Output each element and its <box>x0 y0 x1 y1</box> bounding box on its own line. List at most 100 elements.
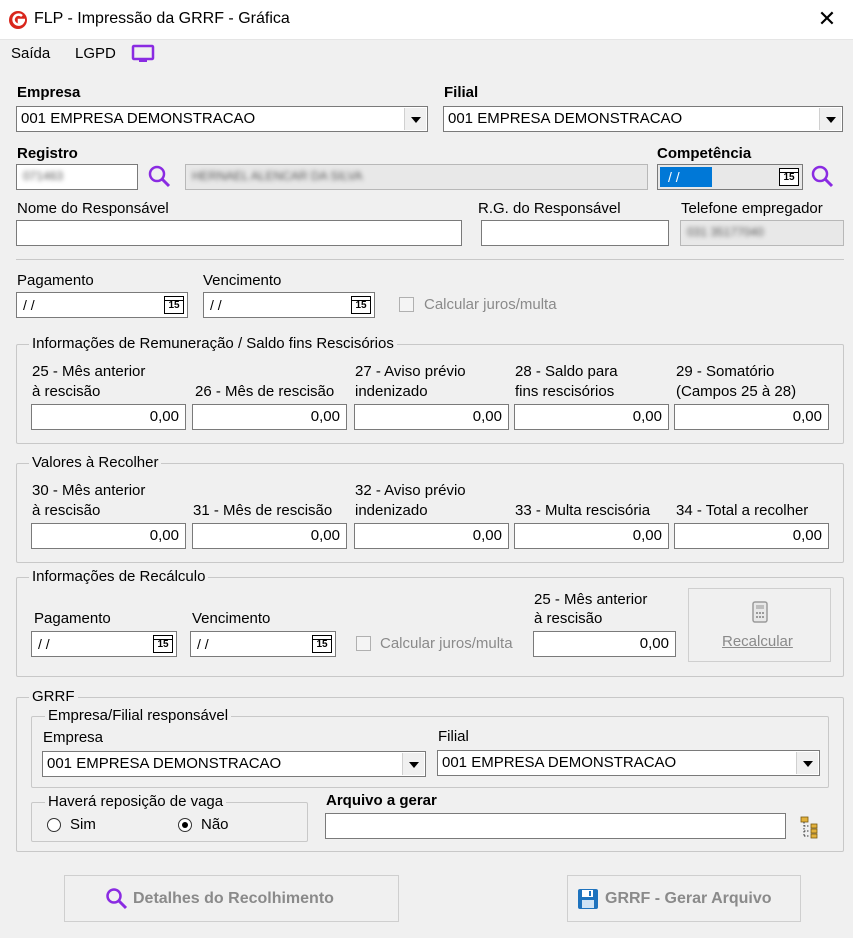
grrf-title: GRRF <box>29 688 78 705</box>
field-27-label-1: 27 - Aviso prévio <box>355 363 466 380</box>
registro-code-value: 071463 <box>23 169 64 183</box>
folder-tree-icon[interactable] <box>798 814 824 840</box>
recalculo-juros-checkbox[interactable] <box>356 636 371 651</box>
telefone-input: 031 35177040 <box>680 220 844 246</box>
competencia-value: / / <box>668 169 680 185</box>
grrf-empresa-select[interactable]: 001 EMPRESA DEMONSTRACAO <box>42 751 426 777</box>
field-26-input[interactable]: 0,00 <box>192 404 347 430</box>
pagamento-date-input[interactable]: / / 15 <box>16 292 188 318</box>
arquivo-label: Arquivo a gerar <box>326 792 437 809</box>
calendar-icon[interactable]: 15 <box>312 635 332 653</box>
field-32-label-2: indenizado <box>355 502 428 519</box>
calcular-juros-label: Calcular juros/multa <box>424 296 557 313</box>
filial-select[interactable]: 001 EMPRESA DEMONSTRACAO <box>443 106 843 132</box>
rg-responsavel-label: R.G. do Responsável <box>478 200 621 217</box>
field-33-input[interactable]: 0,00 <box>514 523 669 549</box>
search-icon[interactable] <box>147 164 173 190</box>
field-34-input[interactable]: 0,00 <box>674 523 829 549</box>
sim-radio[interactable] <box>47 818 61 832</box>
calendar-icon[interactable]: 15 <box>779 168 799 186</box>
menu-saida[interactable]: Saída <box>11 45 50 62</box>
field-29-input[interactable]: 0,00 <box>674 404 829 430</box>
field-28-label-2: fins rescisórios <box>515 383 615 400</box>
vencimento-date-input[interactable]: / / 15 <box>203 292 375 318</box>
app-logo-icon <box>9 11 27 29</box>
grrf-empresa-value: 001 EMPRESA DEMONSTRACAO <box>47 755 282 772</box>
field-25-label-1: 25 - Mês anterior <box>32 363 146 380</box>
field-28-input[interactable]: 0,00 <box>514 404 669 430</box>
field-32-label-1: 32 - Aviso prévio <box>355 482 466 499</box>
search-icon <box>106 888 128 910</box>
nome-responsavel-label: Nome do Responsável <box>17 200 169 217</box>
menu-lgpd[interactable]: LGPD <box>75 45 116 62</box>
registro-code-input[interactable]: 071463 <box>16 164 138 190</box>
field-33-label: 33 - Multa rescisória <box>515 502 651 519</box>
grrf-empresa-label: Empresa <box>43 729 104 746</box>
nome-responsavel-input[interactable] <box>16 220 462 246</box>
field-26-label: 26 - Mês de rescisão <box>195 383 335 400</box>
chevron-down-icon[interactable] <box>796 752 818 774</box>
recalculo-mes-label-2: à rescisão <box>534 610 603 627</box>
empresa-value: 001 EMPRESA DEMONSTRACAO <box>21 110 256 127</box>
telefone-label: Telefone empregador <box>681 200 823 217</box>
grrf-filial-select[interactable]: 001 EMPRESA DEMONSTRACAO <box>437 750 820 776</box>
recalculo-pagamento-input[interactable]: / / 15 <box>31 631 177 657</box>
close-button[interactable]: ✕ <box>810 4 844 36</box>
registro-name-input: HERNAEL ALENCAR DA SILVA <box>185 164 648 190</box>
field-25-input[interactable]: 0,00 <box>31 404 186 430</box>
rg-responsavel-input[interactable] <box>481 220 669 246</box>
calcular-juros-checkbox[interactable] <box>399 297 414 312</box>
filial-label: Filial <box>444 84 479 101</box>
window-title: FLP - Impressão da GRRF - Gráfica <box>34 10 290 27</box>
field-30-input[interactable]: 0,00 <box>31 523 186 549</box>
reposicao-title: Haverá reposição de vaga <box>45 793 227 810</box>
field-29-label-1: 29 - Somatório <box>676 363 775 380</box>
recalculo-mes-input[interactable]: 0,00 <box>533 631 676 657</box>
recalculo-vencimento-input[interactable]: / / 15 <box>190 631 336 657</box>
recalculo-title: Informações de Recálculo <box>29 568 209 585</box>
detalhes-recolhimento-button[interactable]: Detalhes do Recolhimento <box>64 875 399 922</box>
field-30-label-2: à rescisão <box>32 502 101 519</box>
registro-name-value: HERNAEL ALENCAR DA SILVA <box>192 169 363 183</box>
empresa-label: Empresa <box>17 84 81 101</box>
pagamento-value: / / <box>23 297 35 313</box>
field-25-label-2: à rescisão <box>32 383 101 400</box>
grrf-filial-value: 001 EMPRESA DEMONSTRACAO <box>442 754 677 771</box>
filial-value: 001 EMPRESA DEMONSTRACAO <box>448 110 683 127</box>
calendar-icon[interactable]: 15 <box>164 296 184 314</box>
recalculo-juros-label: Calcular juros/multa <box>380 635 513 652</box>
chevron-down-icon[interactable] <box>404 108 426 130</box>
nao-radio[interactable] <box>178 818 192 832</box>
field-30-label-1: 30 - Mês anterior <box>32 482 146 499</box>
field-32-input[interactable]: 0,00 <box>354 523 509 549</box>
field-29-label-2: (Campos 25 à 28) <box>676 383 797 400</box>
detalhes-label: Detalhes do Recolhimento <box>133 890 334 907</box>
chevron-down-icon[interactable] <box>402 753 424 775</box>
recalcular-label: Recalcular <box>722 633 793 650</box>
chevron-down-icon[interactable] <box>819 108 841 130</box>
telefone-value: 031 35177040 <box>687 225 764 239</box>
vencimento-value: / / <box>210 297 222 313</box>
field-27-input[interactable]: 0,00 <box>354 404 509 430</box>
recolher-title: Valores à Recolher <box>29 454 162 471</box>
arquivo-input[interactable] <box>325 813 786 839</box>
recalcular-button[interactable]: Recalcular <box>688 588 831 662</box>
divider <box>16 259 844 260</box>
monitor-icon[interactable] <box>131 44 155 64</box>
competencia-date-input[interactable]: / / 15 <box>657 164 803 190</box>
empresa-select[interactable]: 001 EMPRESA DEMONSTRACAO <box>16 106 428 132</box>
recalculo-pagamento-label: Pagamento <box>34 610 111 627</box>
field-27-label-2: indenizado <box>355 383 428 400</box>
vencimento-label: Vencimento <box>203 272 282 289</box>
gerar-arquivo-button[interactable]: GRRF - Gerar Arquivo <box>567 875 801 922</box>
field-31-input[interactable]: 0,00 <box>192 523 347 549</box>
sim-label: Sim <box>70 816 96 833</box>
recalculo-mes-label-1: 25 - Mês anterior <box>534 591 648 608</box>
gerar-label: GRRF - Gerar Arquivo <box>605 890 772 907</box>
field-28-label-1: 28 - Saldo para <box>515 363 618 380</box>
calendar-icon[interactable]: 15 <box>351 296 371 314</box>
calendar-icon[interactable]: 15 <box>153 635 173 653</box>
remuneracao-title: Informações de Remuneração / Saldo fins … <box>29 335 397 352</box>
field-31-label: 31 - Mês de rescisão <box>193 502 333 519</box>
search-icon[interactable] <box>810 164 836 190</box>
